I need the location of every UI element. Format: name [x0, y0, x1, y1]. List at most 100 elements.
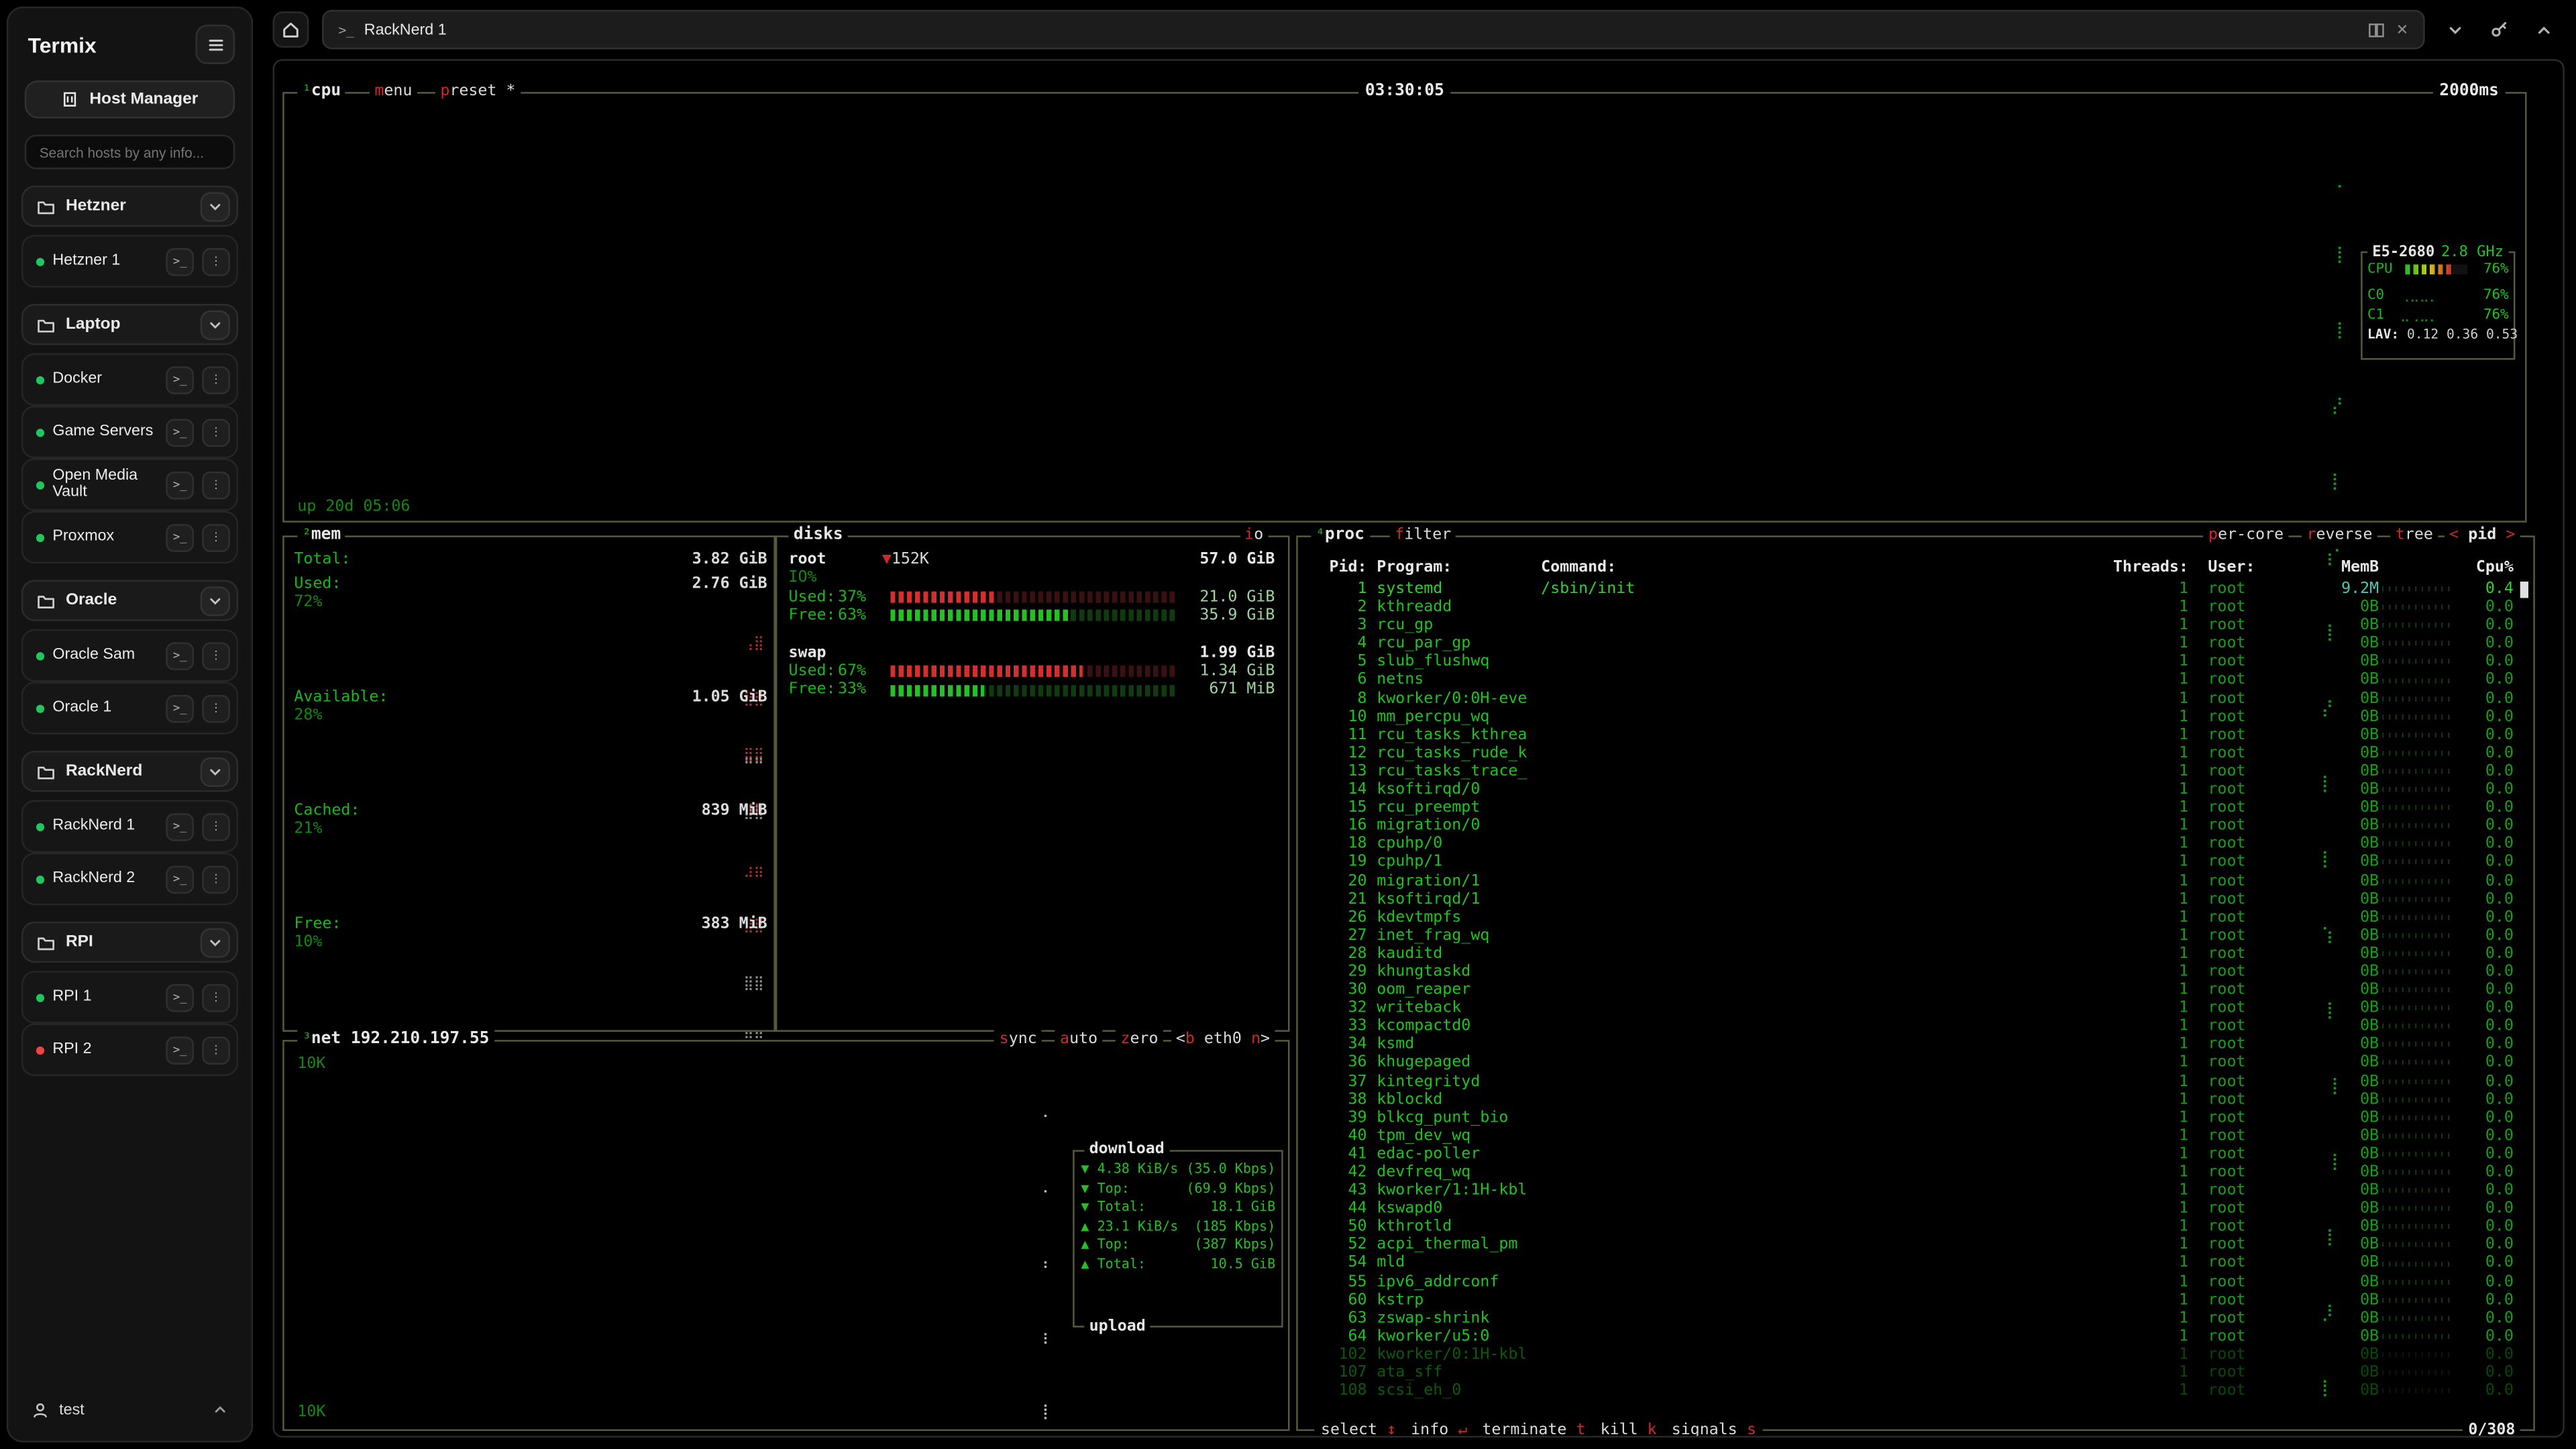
host-connect-button[interactable]: >_	[166, 523, 194, 551]
host-row[interactable]: Game Servers >_ ⋮	[21, 406, 238, 458]
group-header[interactable]: RackNerd	[21, 751, 238, 792]
host-row[interactable]: Oracle Sam >_ ⋮	[21, 629, 238, 682]
host-connect-button[interactable]: >_	[166, 694, 194, 722]
group-collapse-button[interactable]	[201, 927, 230, 957]
host-search-input[interactable]	[25, 135, 235, 169]
process-row[interactable]: 60 kstrp 1 root 0B 0.0	[1304, 1291, 2516, 1309]
process-row[interactable]: 29 khungtaskd 1 root 0B 0.0	[1304, 963, 2516, 981]
process-row[interactable]: 8 kworker/0:0H-eve 1 root 0B 0.0	[1304, 690, 2516, 708]
process-row[interactable]: 10 mm_percpu_wq 1 root 0B 0.0	[1304, 708, 2516, 726]
terminal-view[interactable]: ¹cpu menu preset * 03:30:05 2000ms ⢀ ⢸ ⢸…	[273, 59, 2565, 1438]
host-row[interactable]: Oracle 1 >_ ⋮	[21, 682, 238, 734]
process-row[interactable]: 44 kswapd0 1 root 0B 0.0	[1304, 1199, 2516, 1218]
process-row[interactable]: 27 inet_frag_wq 1 root 0B 0.0	[1304, 926, 2516, 945]
process-row[interactable]: 40 tpm_dev_wq 1 root 0B 0.0	[1304, 1127, 2516, 1145]
host-menu-button[interactable]: ⋮	[202, 694, 230, 722]
process-row[interactable]: 55 ipv6_addrconf 1 root 0B 0.0	[1304, 1273, 2516, 1291]
process-row[interactable]: 26 kdevtmpfs 1 root 0B 0.0	[1304, 908, 2516, 926]
process-row[interactable]: 6 netns 1 root 0B 0.0	[1304, 671, 2516, 689]
toggle-option[interactable]: per-core	[2204, 526, 2289, 545]
process-row[interactable]: 28 kauditd 1 root 0B 0.0	[1304, 945, 2516, 963]
credentials-button[interactable]	[2482, 13, 2515, 46]
process-row[interactable]: 5 slub_flushwq 1 root 0B 0.0	[1304, 653, 2516, 671]
toggle-option[interactable]: zero	[1116, 1030, 1163, 1050]
host-connect-button[interactable]: >_	[166, 418, 194, 446]
update-interval[interactable]: 2000ms	[2433, 82, 2506, 101]
process-row[interactable]: 30 oom_reaper 1 root 0B 0.0	[1304, 981, 2516, 999]
host-manager-button[interactable]: Host Manager	[25, 80, 235, 118]
host-connect-button[interactable]: >_	[166, 248, 194, 276]
close-tab-icon[interactable]: ✕	[2396, 21, 2408, 39]
process-row[interactable]: 41 edac-poller 1 root 0B 0.0	[1304, 1145, 2516, 1163]
process-row[interactable]: 2 kthreadd 1 root 0B 0.0	[1304, 598, 2516, 616]
proc-footer-action[interactable]: select ↕	[1321, 1421, 1396, 1437]
process-row[interactable]: 32 writeback 1 root 0B 0.0	[1304, 999, 2516, 1017]
filter-button[interactable]: filter	[1390, 526, 1456, 545]
host-connect-button[interactable]: >_	[166, 1036, 194, 1064]
proc-footer-action[interactable]: terminate t	[1482, 1421, 1585, 1437]
host-menu-button[interactable]: ⋮	[202, 983, 230, 1012]
host-menu-button[interactable]: ⋮	[202, 523, 230, 551]
host-menu-button[interactable]: ⋮	[202, 1036, 230, 1064]
proc-footer-action[interactable]: info ↵	[1411, 1421, 1467, 1437]
network-interface[interactable]: <b eth0 n>	[1171, 1030, 1275, 1050]
proc-footer-action[interactable]: kill k	[1601, 1421, 1657, 1437]
scrollbar-thumb[interactable]	[2520, 582, 2528, 598]
process-row[interactable]: 12 rcu_tasks_rude_k 1 root 0B 0.0	[1304, 744, 2516, 762]
process-row[interactable]: 63 zswap-shrink 1 root 0B 0.0	[1304, 1309, 2516, 1327]
group-header[interactable]: Oracle	[21, 580, 238, 621]
process-row[interactable]: 20 migration/1 1 root 0B 0.0	[1304, 871, 2516, 890]
host-row[interactable]: RackNerd 2 >_ ⋮	[21, 853, 238, 905]
process-row[interactable]: 107 ata_sff 1 root 0B 0.0	[1304, 1364, 2516, 1382]
host-row[interactable]: Proxmox >_ ⋮	[21, 511, 238, 564]
preset-button[interactable]: preset *	[435, 82, 521, 101]
host-row[interactable]: Docker >_ ⋮	[21, 354, 238, 406]
process-row[interactable]: 39 blkcg_punt_bio 1 root 0B 0.0	[1304, 1108, 2516, 1126]
io-mode-button[interactable]: io	[1240, 526, 1269, 545]
process-row[interactable]: 50 kthrotld 1 root 0B 0.0	[1304, 1218, 2516, 1236]
host-connect-button[interactable]: >_	[166, 865, 194, 893]
process-row[interactable]: 52 acpi_thermal_pm 1 root 0B 0.0	[1304, 1236, 2516, 1254]
host-row[interactable]: Open Media Vault >_ ⋮	[21, 458, 238, 511]
menu-button[interactable]: menu	[370, 82, 417, 101]
host-connect-button[interactable]: >_	[166, 641, 194, 669]
host-menu-button[interactable]: ⋮	[202, 471, 230, 499]
host-connect-button[interactable]: >_	[166, 812, 194, 841]
process-row[interactable]: 1 systemd /sbin/init 1 root 9.2M 0.4	[1304, 580, 2516, 598]
process-row[interactable]: 16 migration/0 1 root 0B 0.0	[1304, 817, 2516, 835]
host-menu-button[interactable]: ⋮	[202, 366, 230, 394]
process-row[interactable]: 42 devfreq_wq 1 root 0B 0.0	[1304, 1163, 2516, 1181]
group-header[interactable]: RPI	[21, 922, 238, 963]
process-row[interactable]: 3 rcu_gp 1 root 0B 0.0	[1304, 616, 2516, 635]
split-view-icon[interactable]	[2368, 21, 2386, 39]
group-collapse-button[interactable]	[201, 310, 230, 339]
process-row[interactable]: 102 kworker/0:1H-kbl 1 root 0B 0.0	[1304, 1346, 2516, 1364]
host-connect-button[interactable]: >_	[166, 366, 194, 394]
process-row[interactable]: 19 cpuhp/1 1 root 0B 0.0	[1304, 853, 2516, 871]
process-row[interactable]: 108 scsi_eh_0 1 root 0B 0.0	[1304, 1382, 2516, 1400]
group-header[interactable]: Laptop	[21, 304, 238, 345]
home-button[interactable]	[273, 11, 309, 48]
host-menu-button[interactable]: ⋮	[202, 641, 230, 669]
process-row[interactable]: 38 kblockd 1 root 0B 0.0	[1304, 1090, 2516, 1108]
group-collapse-button[interactable]	[201, 191, 230, 221]
expand-panel-button[interactable]	[2527, 13, 2560, 46]
host-menu-button[interactable]: ⋮	[202, 418, 230, 446]
process-row[interactable]: 18 cpuhp/0 1 root 0B 0.0	[1304, 835, 2516, 853]
host-row[interactable]: RackNerd 1 >_ ⋮	[21, 800, 238, 853]
process-row[interactable]: 64 kworker/u5:0 1 root 0B 0.0	[1304, 1327, 2516, 1345]
process-row[interactable]: 15 rcu_preempt 1 root 0B 0.0	[1304, 799, 2516, 817]
host-row[interactable]: RPI 2 >_ ⋮	[21, 1024, 238, 1076]
host-connect-button[interactable]: >_	[166, 471, 194, 499]
user-menu[interactable]: test	[21, 1391, 238, 1428]
process-row[interactable]: 21 ksoftirqd/1 1 root 0B 0.0	[1304, 890, 2516, 908]
host-connect-button[interactable]: >_	[166, 983, 194, 1012]
proc-footer-action[interactable]: signals s	[1672, 1421, 1756, 1437]
process-table-header[interactable]: Pid: Program: Command: Threads: User: Me…	[1304, 559, 2516, 577]
host-menu-button[interactable]: ⋮	[202, 812, 230, 841]
collapse-panel-button[interactable]	[2438, 13, 2471, 46]
process-row[interactable]: 34 ksmd 1 root 0B 0.0	[1304, 1036, 2516, 1054]
host-row[interactable]: RPI 1 >_ ⋮	[21, 971, 238, 1023]
tab-racknerd-1[interactable]: >_ RackNerd 1 ✕	[322, 10, 2425, 50]
process-row[interactable]: 43 kworker/1:1H-kbl 1 root 0B 0.0	[1304, 1181, 2516, 1199]
